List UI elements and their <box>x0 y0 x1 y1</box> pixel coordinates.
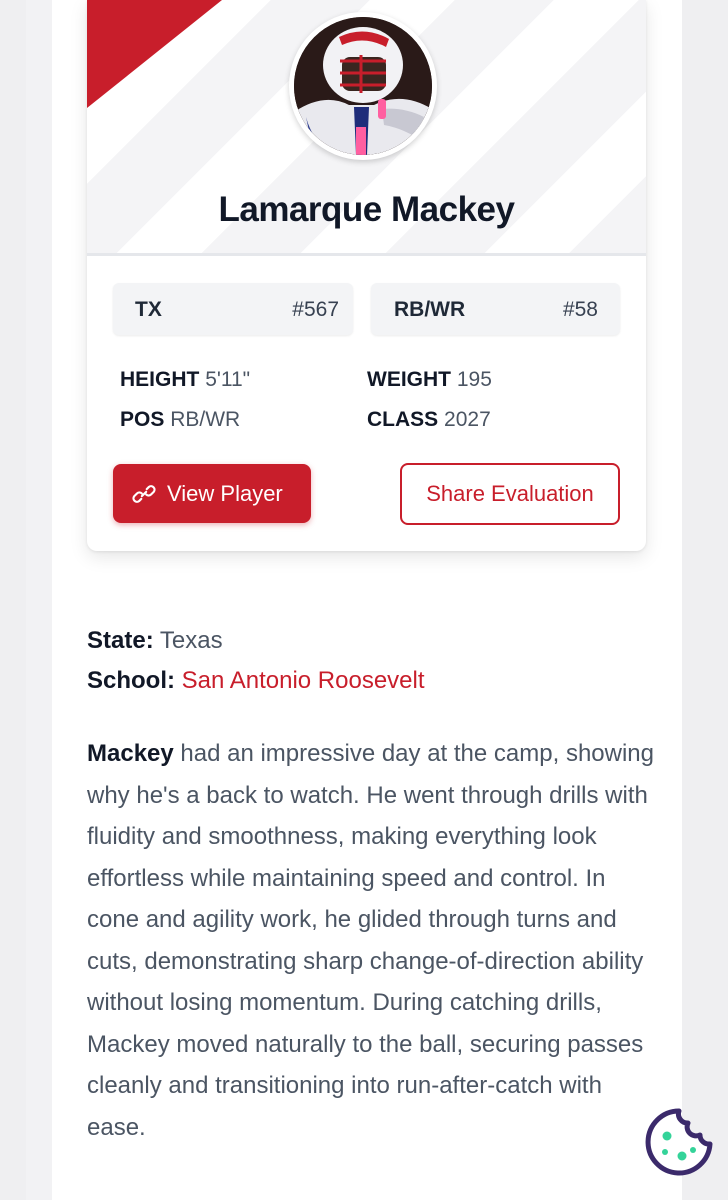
player-photo <box>294 17 432 155</box>
card-corner-accent <box>87 0 222 108</box>
pos-stat: POS RB/WR <box>120 408 240 432</box>
height-label: HEIGHT <box>120 368 200 391</box>
state-label: State: <box>87 627 154 654</box>
pos-label: POS <box>120 408 165 431</box>
cookie-settings-button[interactable] <box>643 1106 715 1178</box>
state-rank: #567 <box>292 298 339 321</box>
weight-stat: WEIGHT 195 <box>367 368 492 392</box>
cookie-icon <box>645 1108 713 1176</box>
class-value: 2027 <box>444 408 491 431</box>
link-icon <box>132 485 156 503</box>
height-stat: HEIGHT 5'11" <box>120 368 250 392</box>
page-gutter-right <box>682 0 728 1200</box>
evaluation-body: had an impressive day at the camp, showi… <box>87 740 654 1141</box>
state-value: Texas <box>159 627 223 654</box>
school-link[interactable]: San Antonio Roosevelt <box>182 667 425 694</box>
state-line: State: Texas <box>87 627 223 655</box>
weight-label: WEIGHT <box>367 368 451 391</box>
view-player-button[interactable]: View Player <box>113 464 311 523</box>
class-label: CLASS <box>367 408 439 431</box>
player-photo-illustration <box>294 17 432 155</box>
player-name: Lamarque Mackey <box>218 190 515 229</box>
height-value: 5'11" <box>205 368 251 391</box>
class-stat: CLASS 2027 <box>367 408 491 432</box>
evaluation-lead: Mackey <box>87 740 174 767</box>
view-player-label: View Player <box>167 481 283 506</box>
state-rank-pill: TX #567 <box>113 283 353 335</box>
pos-value: RB/WR <box>170 408 241 431</box>
weight-value: 195 <box>456 368 492 391</box>
position-label: RB/WR <box>394 298 466 321</box>
position-rank: #58 <box>562 298 598 321</box>
position-rank-pill: RB/WR #58 <box>371 283 620 335</box>
evaluation-text: Mackey had an impressive day at the camp… <box>87 733 657 1148</box>
school-line: School: San Antonio Roosevelt <box>87 667 425 695</box>
state-abbr: TX <box>135 298 162 321</box>
player-avatar[interactable] <box>289 12 437 160</box>
card-header: Lamarque Mackey <box>87 0 646 256</box>
share-evaluation-button[interactable]: Share Evaluation <box>400 463 620 525</box>
page-gutter-left <box>0 0 26 1200</box>
school-label: School: <box>87 667 175 694</box>
